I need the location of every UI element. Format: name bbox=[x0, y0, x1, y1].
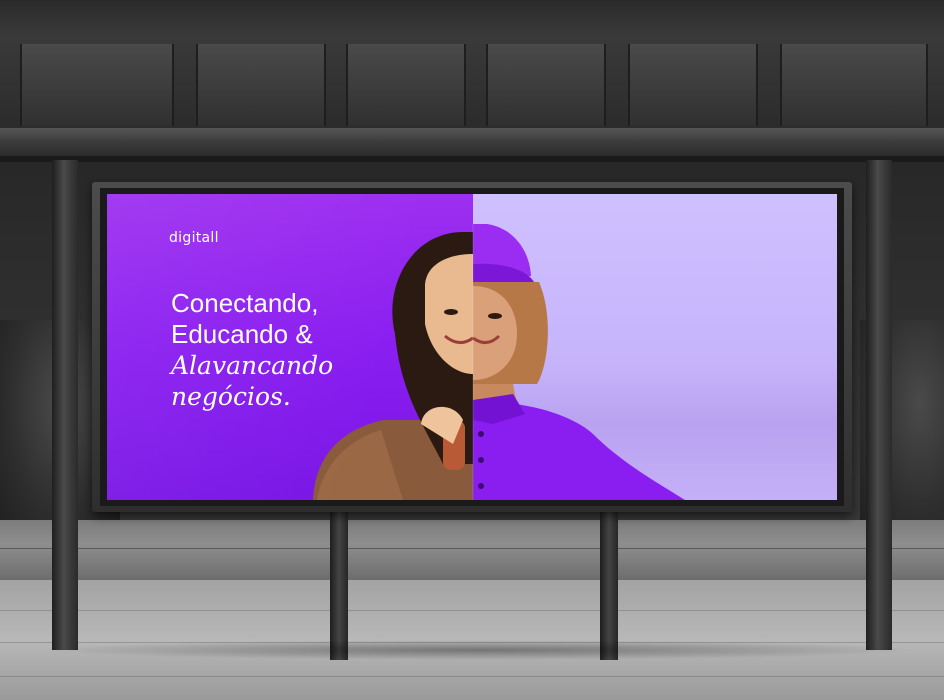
stone-curb bbox=[0, 520, 944, 580]
shelter-post-left bbox=[52, 160, 78, 650]
billboard-ad: digitall Conectando, Educando & Alavanca… bbox=[107, 194, 837, 500]
roof-panel bbox=[628, 44, 758, 126]
bus-shelter-scene: digitall Conectando, Educando & Alavanca… bbox=[0, 0, 944, 700]
brand-logo: digitall bbox=[169, 230, 219, 246]
pavement-seam bbox=[0, 676, 944, 677]
billboard-leg-right bbox=[600, 510, 618, 660]
roof-rail bbox=[0, 156, 944, 162]
curb-seam bbox=[0, 548, 944, 549]
billboard-leg-left bbox=[330, 510, 348, 660]
student-figure bbox=[313, 232, 474, 500]
roof-panel bbox=[780, 44, 928, 126]
delivery-figure bbox=[472, 224, 685, 500]
shelter-post-right bbox=[866, 160, 892, 650]
roof-panel bbox=[196, 44, 326, 126]
roof-panel bbox=[346, 44, 466, 126]
split-portrait-illustration bbox=[313, 224, 685, 500]
floor-shadow bbox=[40, 640, 920, 660]
roof-panel bbox=[486, 44, 606, 126]
roof-beam bbox=[0, 128, 944, 158]
roof-panel bbox=[20, 44, 174, 126]
pavement-seam bbox=[0, 610, 944, 611]
